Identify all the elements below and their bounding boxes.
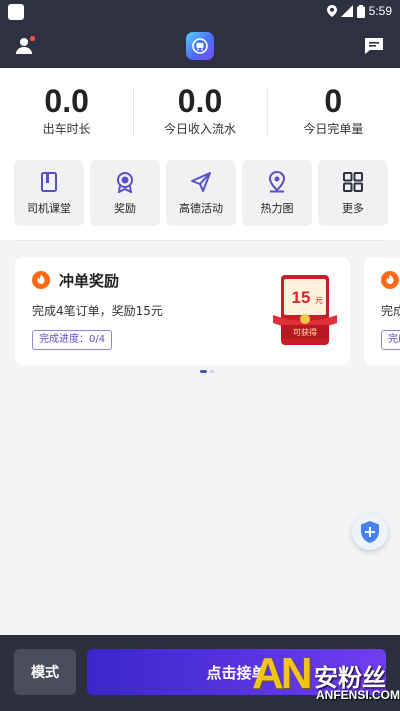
- message-icon[interactable]: [362, 34, 386, 58]
- stat-orders: 0 今日完单量: [266, 68, 400, 144]
- medal-icon: [117, 172, 133, 194]
- shield-plus-icon: [361, 521, 379, 543]
- reward-carousel[interactable]: 冲单奖励 完成4笔订单，奖励15元 完成进度：0/4 15 元 可获得 完成 完…: [0, 241, 400, 635]
- stat-value: 0.0: [177, 83, 223, 119]
- quick-action-label: 热力图: [260, 202, 294, 215]
- stat-income: 0.0 今日收入流水: [133, 68, 266, 144]
- quick-action-more[interactable]: 更多: [318, 160, 388, 226]
- quick-action-amap-events[interactable]: 高德活动: [166, 160, 236, 226]
- fire-icon: [381, 271, 399, 289]
- watermark-domain: ANFENSI.COM: [316, 688, 400, 702]
- reward-title: 冲单奖励: [59, 272, 120, 290]
- quick-action-label: 高德活动: [179, 202, 223, 215]
- stat-label: 今日完单量: [303, 122, 364, 136]
- watermark: AN 安粉丝 ANFENSI.COM: [252, 650, 400, 708]
- carousel-dot: [210, 370, 214, 373]
- carousel-dot-active: [200, 370, 207, 373]
- map-pin-icon: [268, 170, 286, 193]
- location-icon: [326, 5, 337, 17]
- fire-icon: [32, 271, 50, 289]
- stat-label: 今日收入流水: [163, 122, 236, 136]
- envelope-amount: 15: [292, 288, 311, 307]
- today-stats: 0.0 出车时长 0.0 今日收入流水 0 今日完单量: [0, 68, 400, 144]
- envelope-caption: 可获得: [293, 327, 317, 337]
- app-header: [0, 24, 400, 68]
- user-profile-icon[interactable]: [14, 34, 38, 58]
- reward-card[interactable]: 冲单奖励 完成4笔订单，奖励15元 完成进度：0/4 15 元 可获得: [15, 257, 350, 365]
- reward-card-next[interactable]: 完成 完成: [364, 257, 400, 365]
- red-envelope-icon: 15 元 可获得: [273, 275, 337, 345]
- reward-description: 完成4笔订单，奖励15元: [32, 304, 163, 318]
- stat-driving-time: 0.0 出车时长: [0, 68, 133, 144]
- paper-plane-icon: [191, 172, 211, 192]
- quick-action-label: 更多: [342, 202, 364, 215]
- mode-button[interactable]: 模式: [14, 649, 76, 695]
- notification-icon: [8, 4, 24, 20]
- grid-icon: [343, 172, 363, 192]
- stat-value: 0: [324, 83, 343, 119]
- signal-icon: [340, 5, 353, 17]
- stat-value: 0.0: [44, 83, 89, 119]
- watermark-logo: AN: [252, 649, 313, 698]
- status-bar: 5:59: [0, 0, 400, 24]
- stat-label: 出车时长: [42, 122, 91, 136]
- book-icon: [41, 172, 57, 192]
- reward-progress: 完成: [381, 330, 400, 350]
- reward-description: 完成: [381, 304, 400, 318]
- clock: 5:59: [368, 4, 392, 18]
- quick-action-label: 司机课堂: [27, 202, 71, 215]
- envelope-unit: 元: [315, 296, 323, 305]
- safety-shield-button[interactable]: [352, 514, 388, 550]
- quick-action-driver-class[interactable]: 司机课堂: [14, 160, 84, 226]
- quick-actions: 司机课堂 奖励 高德活动 热力图 更多: [0, 144, 400, 241]
- quick-action-label: 奖励: [114, 202, 136, 215]
- quick-action-heatmap[interactable]: 热力图: [242, 160, 312, 226]
- quick-action-rewards[interactable]: 奖励: [90, 160, 160, 226]
- reward-progress: 完成进度：0/4: [32, 330, 113, 350]
- battery-icon: [356, 4, 365, 18]
- app-logo: [186, 32, 214, 60]
- carousel-indicator: [200, 370, 214, 373]
